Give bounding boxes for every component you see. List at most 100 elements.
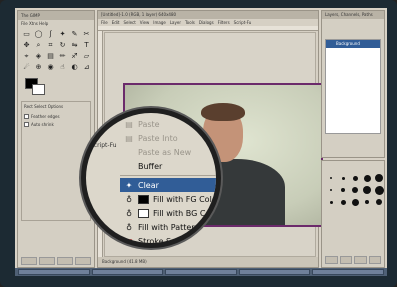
brush-swatch[interactable] bbox=[338, 173, 348, 183]
toolbox-title: The GIMP bbox=[18, 11, 94, 20]
menu-item-fill-fg[interactable]: ♁ Fill with FG Color bbox=[120, 192, 216, 206]
brush-swatch[interactable] bbox=[338, 197, 348, 207]
menu-item-fill-pattern[interactable]: ♁ Fill with Pattern bbox=[120, 220, 216, 234]
color-picker-icon[interactable]: ⌖ bbox=[21, 51, 32, 61]
brush-swatch[interactable] bbox=[362, 185, 372, 195]
magazine-frame: The GIMP File Xtns Help ▭ ◯ ʃ ✦ ✎ ✂ ✥ ⌕ … bbox=[0, 0, 397, 287]
menu-item-buffer[interactable]: Buffer bbox=[120, 159, 216, 173]
magnifier-lens: Script-Fu ▤ Paste ▤ Paste Into Paste as Ne… bbox=[81, 108, 221, 248]
toolbox-menubar[interactable]: File Xtns Help bbox=[18, 20, 94, 27]
tool-options-title: Rect Select Options bbox=[24, 104, 64, 109]
brush-icon[interactable]: ♐ bbox=[69, 51, 80, 61]
scissors-icon[interactable]: ✂ bbox=[81, 29, 92, 39]
gimp-desktop: The GIMP File Xtns Help ▭ ◯ ʃ ✦ ✎ ✂ ✥ ⌕ … bbox=[15, 8, 387, 276]
menu-item-fill-bg[interactable]: ♁ Fill with BG Color bbox=[120, 206, 216, 220]
ellipse-select-icon[interactable]: ◯ bbox=[33, 29, 44, 39]
menu-select[interactable]: Select bbox=[123, 19, 135, 26]
brush-swatch[interactable] bbox=[326, 173, 336, 183]
bezier-icon[interactable]: ✎ bbox=[69, 29, 80, 39]
menu-script-fu[interactable]: Script-Fu bbox=[234, 19, 252, 26]
dodge-icon[interactable]: ◐ bbox=[69, 62, 80, 72]
menu-item-paste[interactable]: ▤ Paste bbox=[120, 117, 216, 131]
auto-shrink-checkbox[interactable] bbox=[24, 121, 29, 127]
brush-swatch[interactable] bbox=[326, 185, 336, 195]
background-color[interactable] bbox=[32, 84, 45, 95]
brush-swatch[interactable] bbox=[362, 197, 372, 207]
airbrush-icon[interactable]: ☄ bbox=[21, 62, 32, 72]
menu-separator bbox=[120, 175, 216, 176]
blend-icon[interactable]: ▤ bbox=[45, 51, 56, 61]
feather-checkbox[interactable] bbox=[24, 113, 29, 119]
status-bar: Background (41.8 MB) bbox=[98, 257, 318, 267]
menu-image[interactable]: Image bbox=[153, 19, 166, 26]
menu-layer[interactable]: Layer bbox=[170, 19, 181, 26]
brushes-bottom-buttons bbox=[325, 256, 381, 264]
brush-swatch[interactable] bbox=[350, 185, 360, 195]
bucket-icon: ♁ bbox=[126, 208, 132, 218]
parent-menu: Script-Fu bbox=[86, 141, 120, 151]
smudge-icon[interactable]: ☝ bbox=[57, 62, 68, 72]
taskbar-item[interactable] bbox=[18, 269, 90, 275]
image-window-title: [Untitled]-1.0 (RGB, 1 layer) 640x480 bbox=[98, 11, 318, 19]
color-swatches[interactable] bbox=[21, 76, 91, 98]
lasso-icon[interactable]: ʃ bbox=[45, 29, 56, 39]
menu-dialogs[interactable]: Dialogs bbox=[199, 19, 214, 26]
rect-select-icon[interactable]: ▭ bbox=[21, 29, 32, 39]
taskbar bbox=[15, 268, 387, 276]
fg-color-swatch bbox=[138, 194, 149, 204]
menu-filters[interactable]: Filters bbox=[218, 19, 230, 26]
auto-shrink-label: Auto shrink bbox=[31, 121, 54, 127]
brush-swatch[interactable] bbox=[374, 197, 384, 207]
taskbar-item[interactable] bbox=[238, 269, 311, 275]
image-menubar: File Edit Select View Image Layer Tools … bbox=[98, 19, 318, 26]
pencil-icon[interactable]: ✏ bbox=[57, 51, 68, 61]
taskbar-item[interactable] bbox=[165, 269, 237, 275]
taskbar-item[interactable] bbox=[312, 269, 384, 275]
brush-swatch[interactable] bbox=[362, 173, 372, 183]
paste-icon: ▤ bbox=[125, 119, 133, 129]
layers-dialog: Layers, Channels, Paths Background bbox=[321, 10, 385, 158]
magic-wand-icon[interactable]: ✦ bbox=[57, 29, 68, 39]
toolbox-window: The GIMP File Xtns Help ▭ ◯ ʃ ✦ ✎ ✂ ✥ ⌕ … bbox=[17, 10, 95, 268]
zoom-icon[interactable]: ⌕ bbox=[33, 40, 44, 50]
taskbar-item[interactable] bbox=[91, 269, 164, 275]
edit-context-menu: ▤ Paste ▤ Paste Into Paste as New Buffer ✦… bbox=[120, 117, 216, 243]
measure-icon[interactable]: ⊿ bbox=[81, 62, 92, 72]
menu-view[interactable]: View bbox=[140, 19, 150, 26]
layer-row[interactable]: Background bbox=[326, 40, 380, 48]
crop-icon[interactable]: ⌗ bbox=[45, 40, 56, 50]
move-icon[interactable]: ✥ bbox=[21, 40, 32, 50]
tool-options-panel: Rect Select Options Feather edges Auto s… bbox=[21, 101, 91, 221]
bucket-icon: ♁ bbox=[126, 222, 132, 232]
toolbox-bottom-buttons bbox=[21, 257, 91, 265]
brush-swatch[interactable] bbox=[350, 173, 360, 183]
menu-edit[interactable]: Edit bbox=[112, 19, 120, 26]
rotate-icon[interactable]: ↻ bbox=[57, 40, 68, 50]
brushes-dialog bbox=[321, 160, 385, 268]
brush-swatch[interactable] bbox=[338, 185, 348, 195]
clone-icon[interactable]: ⊕ bbox=[33, 62, 44, 72]
flip-icon[interactable]: ⇋ bbox=[69, 40, 80, 50]
brush-grid bbox=[326, 173, 384, 207]
eraser-icon[interactable]: ▱ bbox=[81, 51, 92, 61]
bucket-fill-icon[interactable]: ◈ bbox=[33, 51, 44, 61]
brush-swatch[interactable] bbox=[374, 173, 384, 183]
menu-item-clear[interactable]: ✦ Clear bbox=[120, 178, 216, 192]
brush-swatch[interactable] bbox=[374, 185, 384, 195]
menu-item-paste-into[interactable]: ▤ Paste Into bbox=[120, 131, 216, 145]
brush-swatch[interactable] bbox=[326, 197, 336, 207]
menu-file[interactable]: File bbox=[101, 19, 108, 26]
feather-label: Feather edges bbox=[31, 113, 60, 119]
layers-dialog-title: Layers, Channels, Paths bbox=[322, 11, 384, 19]
menu-item-paste-as-new[interactable]: Paste as New bbox=[120, 145, 216, 159]
paste-into-icon: ▤ bbox=[125, 133, 133, 143]
menu-tools[interactable]: Tools bbox=[185, 19, 195, 26]
clear-icon: ✦ bbox=[125, 180, 133, 190]
bucket-icon: ♁ bbox=[126, 194, 132, 204]
blur-icon[interactable]: ◉ bbox=[45, 62, 56, 72]
brush-swatch[interactable] bbox=[350, 197, 360, 207]
text-icon[interactable]: T bbox=[81, 40, 92, 50]
horizontal-ruler bbox=[98, 26, 318, 31]
parent-menu-script-fu[interactable]: Script-Fu bbox=[86, 141, 120, 151]
layers-list: Background bbox=[325, 39, 381, 134]
